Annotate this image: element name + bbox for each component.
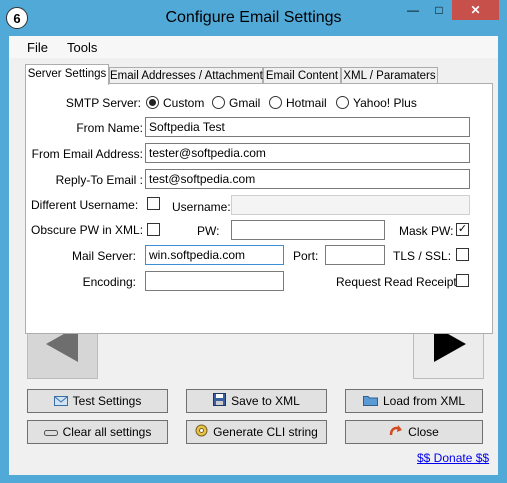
smtp-hotmail-label[interactable]: Hotmail xyxy=(286,96,327,110)
save-to-xml-button[interactable]: Save to XML xyxy=(186,389,327,413)
minimize-button[interactable]: — xyxy=(400,0,426,20)
load-from-xml-label: Load from XML xyxy=(382,394,466,408)
close-button[interactable]: Close xyxy=(345,420,483,444)
tls-ssl-checkbox[interactable] xyxy=(456,248,469,261)
generate-cli-label: Generate CLI string xyxy=(213,425,318,439)
from-email-label: From Email Address: xyxy=(31,147,143,161)
encoding-input[interactable] xyxy=(145,271,284,291)
encoding-label: Encoding: xyxy=(82,275,136,289)
tab-email-content[interactable]: Email Content xyxy=(263,67,341,84)
smtp-custom-label[interactable]: Custom xyxy=(163,96,204,110)
smtp-gmail-label[interactable]: Gmail xyxy=(229,96,260,110)
envelope-icon xyxy=(53,391,68,413)
smtp-custom-radio[interactable] xyxy=(146,96,159,109)
reply-to-input[interactable]: test@softpedia.com xyxy=(145,169,470,189)
close-button-label: Close xyxy=(408,425,439,439)
mail-server-input[interactable]: win.softpedia.com xyxy=(145,245,284,265)
save-to-xml-label: Save to XML xyxy=(231,394,300,408)
tab-email-addresses-attachment[interactable]: Email Addresses / Attachment xyxy=(109,67,263,84)
smtp-yahoo-radio[interactable] xyxy=(336,96,349,109)
mail-server-label: Mail Server: xyxy=(71,249,136,263)
port-input[interactable] xyxy=(325,245,385,265)
smtp-gmail-radio[interactable] xyxy=(212,96,225,109)
port-label: Port: xyxy=(293,249,319,263)
folder-icon xyxy=(362,391,378,413)
title-bar: 6 Configure Email Settings — □ ✕ xyxy=(0,0,507,36)
obscure-pw-checkbox[interactable] xyxy=(147,223,160,236)
gear-icon xyxy=(195,422,208,444)
different-username-label: Different Username: xyxy=(31,198,139,212)
load-from-xml-button[interactable]: Load from XML xyxy=(345,389,483,413)
save-icon xyxy=(213,391,227,413)
app-window: 6 Configure Email Settings — □ ✕ File To… xyxy=(0,0,507,483)
menu-bar: File Tools xyxy=(9,36,498,58)
generate-cli-button[interactable]: Generate CLI string xyxy=(186,420,327,444)
donate-link[interactable]: $$ Donate $$ xyxy=(417,451,489,465)
menu-tools[interactable]: Tools xyxy=(67,40,97,55)
smtp-yahoo-label[interactable]: Yahoo! Plus xyxy=(353,96,417,110)
from-name-input[interactable]: Softpedia Test xyxy=(145,117,470,137)
from-name-label: From Name: xyxy=(76,121,143,135)
username-label: Username: xyxy=(172,200,231,214)
eraser-icon xyxy=(43,422,58,444)
pw-label: PW: xyxy=(197,224,220,238)
tab-xml-parameters[interactable]: XML / Paramaters xyxy=(341,67,438,84)
tls-ssl-label: TLS / SSL: xyxy=(393,249,452,263)
reply-to-label: Reply-To Email : xyxy=(55,173,143,187)
mask-pw-label: Mask PW: xyxy=(399,224,454,238)
different-username-checkbox[interactable] xyxy=(147,197,160,210)
pw-input[interactable] xyxy=(231,220,385,240)
clear-all-settings-label: Clear all settings xyxy=(62,425,152,439)
menu-file[interactable]: File xyxy=(27,40,48,55)
smtp-server-label: SMTP Server: xyxy=(65,96,141,110)
smtp-hotmail-radio[interactable] xyxy=(269,96,282,109)
mask-pw-checkbox[interactable]: ✓ xyxy=(456,223,469,236)
username-input[interactable] xyxy=(231,195,470,215)
client-area: File Tools Server Settings Email Address… xyxy=(9,36,498,475)
test-settings-button[interactable]: Test Settings xyxy=(27,389,168,413)
test-settings-label: Test Settings xyxy=(72,394,142,408)
read-receipt-checkbox[interactable] xyxy=(456,274,469,287)
close-window-button[interactable]: ✕ xyxy=(452,0,499,20)
tab-server-settings[interactable]: Server Settings xyxy=(25,64,109,85)
close-arrow-icon xyxy=(389,422,403,444)
read-receipt-label: Request Read Receipt: xyxy=(336,275,461,289)
server-settings-panel: SMTP Server: Custom Gmail Hotmail Yahoo!… xyxy=(25,83,493,334)
clear-all-settings-button[interactable]: Clear all settings xyxy=(27,420,168,444)
obscure-pw-label: Obscure PW in XML: xyxy=(31,223,144,237)
from-email-input[interactable]: tester@softpedia.com xyxy=(145,143,470,163)
maximize-button[interactable]: □ xyxy=(426,0,452,20)
